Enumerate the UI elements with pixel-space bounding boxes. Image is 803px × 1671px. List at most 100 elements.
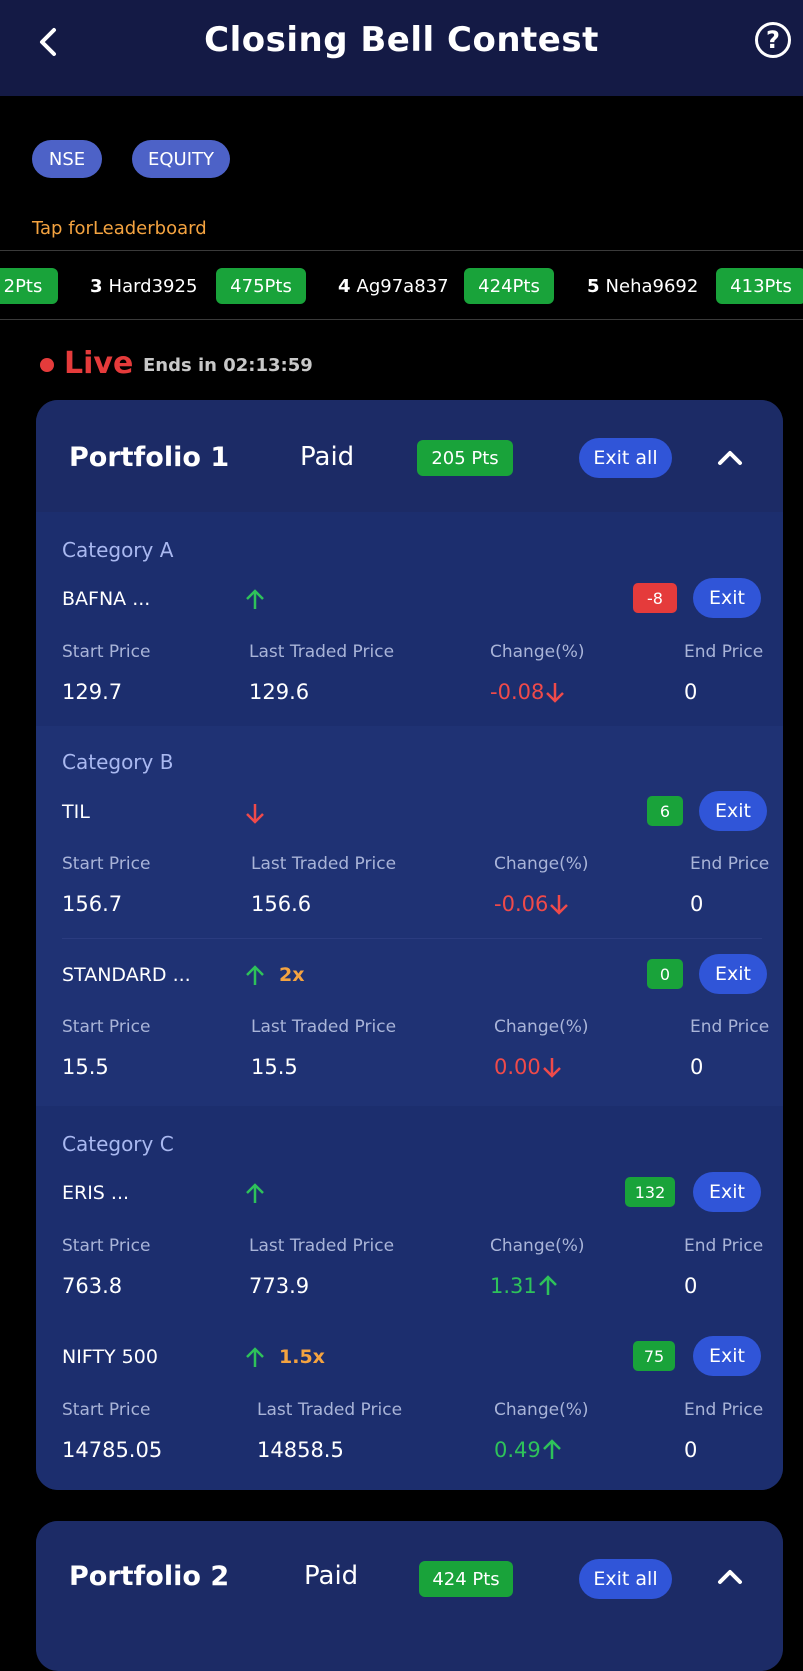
category-title: Category B xyxy=(62,750,174,774)
app-header: Closing Bell Contest ? xyxy=(0,0,803,96)
ltp-label: Last Traded Price xyxy=(249,1236,395,1256)
ltp-value: 15.5 xyxy=(251,1055,298,1079)
ticker-pts: 475Pts xyxy=(216,268,306,304)
help-button[interactable]: ? xyxy=(755,22,791,58)
leaderboard-link[interactable]: Tap forLeaderboard xyxy=(32,218,207,239)
ticker-item: 3 Hard3925 xyxy=(90,251,198,319)
ticker-user: Hard3925 xyxy=(108,275,198,297)
portfolio-name: Portfolio 1 xyxy=(69,442,230,473)
points-badge: 75 xyxy=(633,1341,675,1371)
chip-segment[interactable]: EQUITY xyxy=(132,140,230,178)
ticker-user: Neha9692 xyxy=(605,275,699,297)
ltp-value: 773.9 xyxy=(249,1274,310,1298)
chevron-up-icon[interactable] xyxy=(714,442,746,474)
exit-button[interactable]: Exit xyxy=(693,578,761,618)
change-value-text: 0.49 xyxy=(494,1438,541,1462)
row-divider xyxy=(62,938,762,939)
multiplier-badge: 2x xyxy=(279,964,305,986)
chip-exchange[interactable]: NSE xyxy=(32,140,102,178)
portfolio-points: 205 Pts xyxy=(417,440,513,476)
portfolio-card: Portfolio 1 Paid 205 Pts Exit all Catego… xyxy=(36,400,783,1490)
leaderboard-ticker[interactable]: 2Pts 3 Hard3925 475Pts 4 Ag97a837 424Pts… xyxy=(0,250,803,320)
arrow-down-icon xyxy=(542,1058,561,1078)
live-indicator-dot xyxy=(40,358,54,372)
ticker-pts: 424Pts xyxy=(464,268,554,304)
change-label: Change(%) xyxy=(494,1400,589,1420)
ltp-label: Last Traded Price xyxy=(251,854,397,874)
exit-button[interactable]: Exit xyxy=(693,1172,761,1212)
start-price-label: Start Price xyxy=(62,642,151,662)
end-price-value: 0 xyxy=(684,680,698,704)
category-section: Category C ERIS ... 132 Exit Start Price… xyxy=(36,1106,783,1490)
change-value-text: 1.31 xyxy=(490,1274,537,1298)
end-price-label: End Price xyxy=(684,1400,764,1420)
start-price-label: Start Price xyxy=(62,1400,151,1420)
points-badge: 6 xyxy=(647,796,683,826)
change-label: Change(%) xyxy=(494,854,589,874)
start-price-value: 129.7 xyxy=(62,680,123,704)
end-price-label: End Price xyxy=(684,642,764,662)
arrow-down-icon xyxy=(246,804,264,824)
ticker-rank: 3 xyxy=(90,275,103,297)
ticker-item: 4 Ag97a837 xyxy=(338,251,449,319)
ltp-label: Last Traded Price xyxy=(249,642,395,662)
exit-all-button[interactable]: Exit all xyxy=(579,1559,672,1599)
end-price-value: 0 xyxy=(684,1438,698,1462)
change-value: -0.08 xyxy=(490,680,566,704)
ltp-value: 156.6 xyxy=(251,892,312,916)
end-price-value: 0 xyxy=(690,1055,704,1079)
exit-button[interactable]: Exit xyxy=(699,954,767,994)
category-title: Category A xyxy=(62,538,174,562)
ticker-rank: 4 xyxy=(338,275,351,297)
ticker-user: Ag97a837 xyxy=(356,275,449,297)
change-value: -0.06 xyxy=(494,892,570,916)
change-label: Change(%) xyxy=(490,642,585,662)
start-price-value: 156.7 xyxy=(62,892,123,916)
start-price-value: 15.5 xyxy=(62,1055,109,1079)
ltp-value: 129.6 xyxy=(249,680,310,704)
stock-name: STANDARD ... xyxy=(62,964,191,986)
ends-in-timer: Ends in 02:13:59 xyxy=(143,355,313,376)
category-section: Category A BAFNA ... -8 Exit Start Price… xyxy=(36,512,783,726)
start-price-label: Start Price xyxy=(62,1017,151,1037)
end-price-value: 0 xyxy=(684,1274,698,1298)
change-value: 1.31 xyxy=(490,1274,559,1298)
ticker-pts: 413Pts xyxy=(716,268,803,304)
exit-button[interactable]: Exit xyxy=(699,791,767,831)
arrow-up-icon xyxy=(542,1439,561,1459)
points-badge: 0 xyxy=(647,959,683,989)
change-label: Change(%) xyxy=(490,1236,585,1256)
portfolio-card: Portfolio 2 Paid 424 Pts Exit all xyxy=(36,1521,783,1671)
change-value: 0.00 xyxy=(494,1055,563,1079)
change-value: 0.49 xyxy=(494,1438,563,1462)
arrow-up-icon xyxy=(246,1347,264,1367)
portfolio-header[interactable]: Portfolio 1 Paid 205 Pts Exit all xyxy=(36,400,783,512)
page-title: Closing Bell Contest xyxy=(204,20,599,60)
end-price-label: End Price xyxy=(684,1236,764,1256)
arrow-up-icon xyxy=(246,965,264,985)
start-price-label: Start Price xyxy=(62,1236,151,1256)
arrow-up-icon xyxy=(246,589,264,609)
category-section: Category B TIL 6 Exit Start Price Last T… xyxy=(36,726,783,1106)
exit-all-button[interactable]: Exit all xyxy=(579,438,672,478)
end-price-value: 0 xyxy=(690,892,704,916)
change-value-text: -0.08 xyxy=(490,680,545,704)
chevron-up-icon[interactable] xyxy=(714,1561,746,1593)
stock-name: NIFTY 500 xyxy=(62,1346,158,1368)
end-price-label: End Price xyxy=(690,854,770,874)
points-badge: 132 xyxy=(625,1177,675,1207)
category-title: Category C xyxy=(62,1132,174,1156)
live-label: Live xyxy=(64,346,134,381)
ltp-value: 14858.5 xyxy=(257,1438,344,1462)
change-label: Change(%) xyxy=(494,1017,589,1037)
portfolio-name: Portfolio 2 xyxy=(69,1561,230,1592)
arrow-down-icon xyxy=(550,895,569,915)
ticker-rank: 5 xyxy=(587,275,600,297)
portfolio-header[interactable]: Portfolio 2 Paid 424 Pts Exit all xyxy=(36,1521,783,1633)
ltp-label: Last Traded Price xyxy=(251,1017,397,1037)
change-value-text: -0.06 xyxy=(494,892,549,916)
arrow-up-icon xyxy=(538,1275,557,1295)
exit-button[interactable]: Exit xyxy=(693,1336,761,1376)
portfolio-points: 424 Pts xyxy=(419,1561,513,1597)
arrow-down-icon xyxy=(546,683,565,703)
